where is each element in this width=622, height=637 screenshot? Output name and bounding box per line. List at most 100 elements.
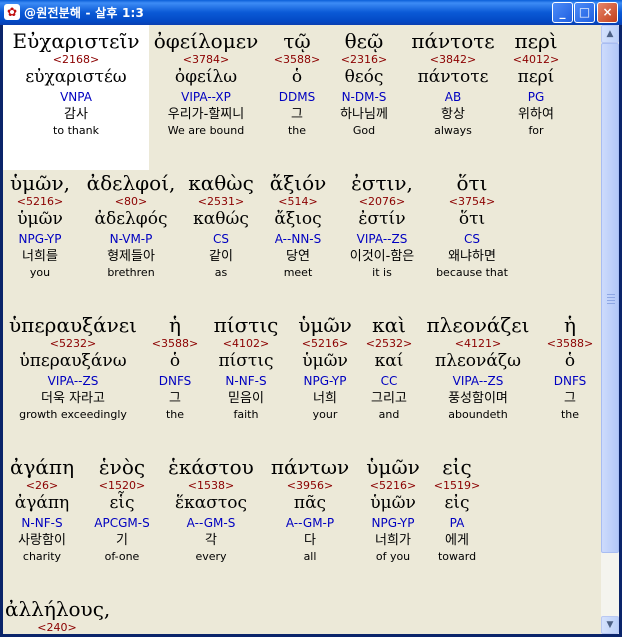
word-block[interactable]: ὑμῶν <5216> ὑμῶν NPG-YP 너희 your (293, 313, 357, 422)
korean-gloss: 감사 (64, 107, 88, 122)
word-block[interactable]: ἀλλήλους, <240> (5, 597, 110, 634)
word-block[interactable]: πάντοτε <3842> πάντοτε AB 항상 always (407, 29, 499, 138)
scroll-down-button[interactable]: ▼ (601, 616, 619, 634)
strong-number: <2532> (365, 337, 413, 350)
korean-gloss: 믿음이 (228, 391, 264, 406)
strong-number: <4121> (454, 337, 502, 350)
word-block[interactable]: ἡ <3588> ὁ DNFS 그 the (147, 313, 203, 422)
greek-lemma: ὑμῶν (17, 209, 63, 229)
english-gloss: all (303, 550, 317, 563)
strong-number: <5216> (301, 337, 349, 350)
english-gloss: as (214, 266, 228, 279)
korean-gloss: 그 (169, 391, 181, 406)
greek-lemma: πᾶς (293, 493, 327, 513)
greek-word: πίστις (213, 313, 279, 337)
word-block[interactable]: πλεονάζει <4121> πλεονάζω VIPA--ZS 풍성함이며… (421, 313, 535, 422)
greek-word: ὀφείλομεν (153, 29, 259, 53)
word-block[interactable]: πίστις <4102> πίστις N-NF-S 믿음이 faith (209, 313, 283, 422)
vertical-scrollbar[interactable]: ▲ ▼ (601, 25, 619, 634)
korean-gloss: 다 (304, 533, 316, 548)
korean-gloss: 너희가 (375, 533, 411, 548)
word-block[interactable]: ἄξιόν <514> ἄξιος A--NN-S 당연 meet (265, 171, 331, 280)
greek-word: περὶ (514, 29, 558, 53)
scroll-up-button[interactable]: ▲ (601, 25, 619, 43)
strong-number: <514> (278, 195, 318, 208)
greek-lemma: ὀφείλω (174, 67, 238, 87)
parsing-code: PG (527, 90, 545, 104)
title-bar[interactable]: ✿ @원전분해 - 살후 1:3 _ □ × (0, 0, 622, 25)
greek-word: πλεονάζει (426, 313, 530, 337)
korean-gloss: 우리가-할찌니 (167, 107, 245, 122)
thumb-grip-icon (607, 303, 615, 304)
word-block[interactable]: τῷ <3588> ὁ DDMS 그 the (271, 29, 323, 138)
greek-word: ἡ (564, 313, 576, 337)
greek-word: πάντων (270, 455, 350, 479)
word-block[interactable]: εἰς <1519> εἰς PA 에게 toward (429, 455, 485, 564)
greek-word: ὑπεραυξάνει (9, 313, 137, 337)
english-gloss: for (528, 124, 544, 137)
korean-gloss: 너희 (313, 391, 337, 406)
korean-gloss: 하나님께 (340, 107, 388, 122)
strong-number: <3588> (546, 337, 594, 350)
word-block[interactable]: ὑμῶν, <5216> ὑμῶν NPG-YP 너희를 you (7, 171, 73, 280)
greek-word: ἡ (169, 313, 181, 337)
korean-gloss: 형제들아 (107, 249, 155, 264)
parsing-code: VNPA (60, 90, 92, 104)
greek-lemma: ὁ (169, 351, 181, 371)
greek-word: ὑμῶν, (10, 171, 70, 195)
english-gloss: the (287, 124, 307, 137)
greek-word: καὶ (372, 313, 406, 337)
word-block[interactable]: ἡ <3588> ὁ DNFS 그 the (543, 313, 597, 422)
word-block[interactable]: περὶ <4012> περί PG 위하여 for (507, 29, 565, 138)
greek-lemma: ὅτι (458, 209, 486, 229)
strong-number: <5216> (369, 479, 417, 492)
client-area: Εὐχαριστεῖν <2168> εὐχαριστέω VNPA 감사 to… (3, 25, 619, 634)
korean-gloss: 그 (564, 391, 576, 406)
strong-number: <2531> (197, 195, 245, 208)
word-block[interactable]: ὑμῶν <5216> ὑμῶν NPG-YP 너희가 of you (361, 455, 425, 564)
word-block[interactable]: ὑπεραυξάνει <5232> ὑπεραυξάνω VIPA--ZS 더… (5, 313, 141, 422)
word-block[interactable]: ἑνὸς <1520> εἷς APCGM-S 기 of-one (87, 455, 157, 564)
word-block[interactable]: ἀγάπη <26> ἀγάπη N-NF-S 사랑함이 charity (5, 455, 79, 564)
english-gloss: to thank (53, 124, 99, 137)
thumb-grip-icon (607, 297, 615, 298)
word-block[interactable]: ἀδελφοί, <80> ἀδελφός N-VM-P 형제들아 brethr… (85, 171, 177, 280)
english-gloss: always (434, 124, 472, 137)
korean-gloss: 이것이-함은 (349, 249, 415, 264)
parsing-code: VIPA--ZS (356, 232, 408, 246)
scroll-thumb[interactable] (601, 43, 619, 553)
word-block[interactable]: ἑκάστου <1538> ἕκαστος A--GM-S 각 every (165, 455, 257, 564)
word-block[interactable]: καὶ <2532> καί CC 그리고 and (359, 313, 419, 422)
strong-number: <2076> (358, 195, 406, 208)
app-icon[interactable]: ✿ (4, 4, 20, 20)
word-block[interactable]: ὅτι <3754> ὅτι CS 왜냐하면 because that (429, 171, 515, 280)
strong-number: <3754> (448, 195, 496, 208)
parsing-code: VIPA--XP (181, 90, 231, 104)
word-block[interactable]: Εὐχαριστεῖν <2168> εὐχαριστέω VNPA 감사 to… (3, 29, 149, 138)
greek-word: ἐστιν, (351, 171, 413, 195)
word-block[interactable]: ἐστιν, <2076> ἐστίν VIPA--ZS 이것이-함은 it i… (343, 171, 421, 280)
parsing-code: A--NN-S (274, 232, 322, 246)
word-block[interactable]: θεῷ <2316> θεός N-DM-S 하나님께 God (329, 29, 399, 138)
english-gloss: aboundeth (448, 408, 508, 421)
word-block[interactable]: καθὼς <2531> καθώς CS 같이 as (183, 171, 259, 280)
greek-lemma: ὁ (564, 351, 576, 371)
minimize-button[interactable]: _ (552, 2, 573, 23)
korean-gloss: 항상 (441, 107, 465, 122)
greek-lemma: καθώς (193, 209, 249, 229)
window-title: @원전분해 - 살후 1:3 (24, 6, 145, 20)
greek-word: ἄξιόν (269, 171, 327, 195)
thumb-grip-icon (607, 294, 615, 295)
maximize-button[interactable]: □ (574, 2, 595, 23)
greek-word: καθὼς (188, 171, 254, 195)
english-gloss: charity (22, 550, 62, 563)
close-button[interactable]: × (597, 2, 618, 23)
word-block[interactable]: ὀφείλομεν <3784> ὀφείλω VIPA--XP 우리가-할찌니… (149, 29, 263, 138)
greek-lemma: θεός (344, 67, 384, 87)
greek-lemma: ἐστίν (358, 209, 406, 229)
korean-gloss: 사랑함이 (18, 533, 66, 548)
strong-number: <3588> (273, 53, 321, 66)
english-gloss: We are bound (167, 124, 245, 137)
word-block[interactable]: πάντων <3956> πᾶς A--GM-P 다 all (267, 455, 353, 564)
parsing-code: PA (449, 516, 465, 530)
